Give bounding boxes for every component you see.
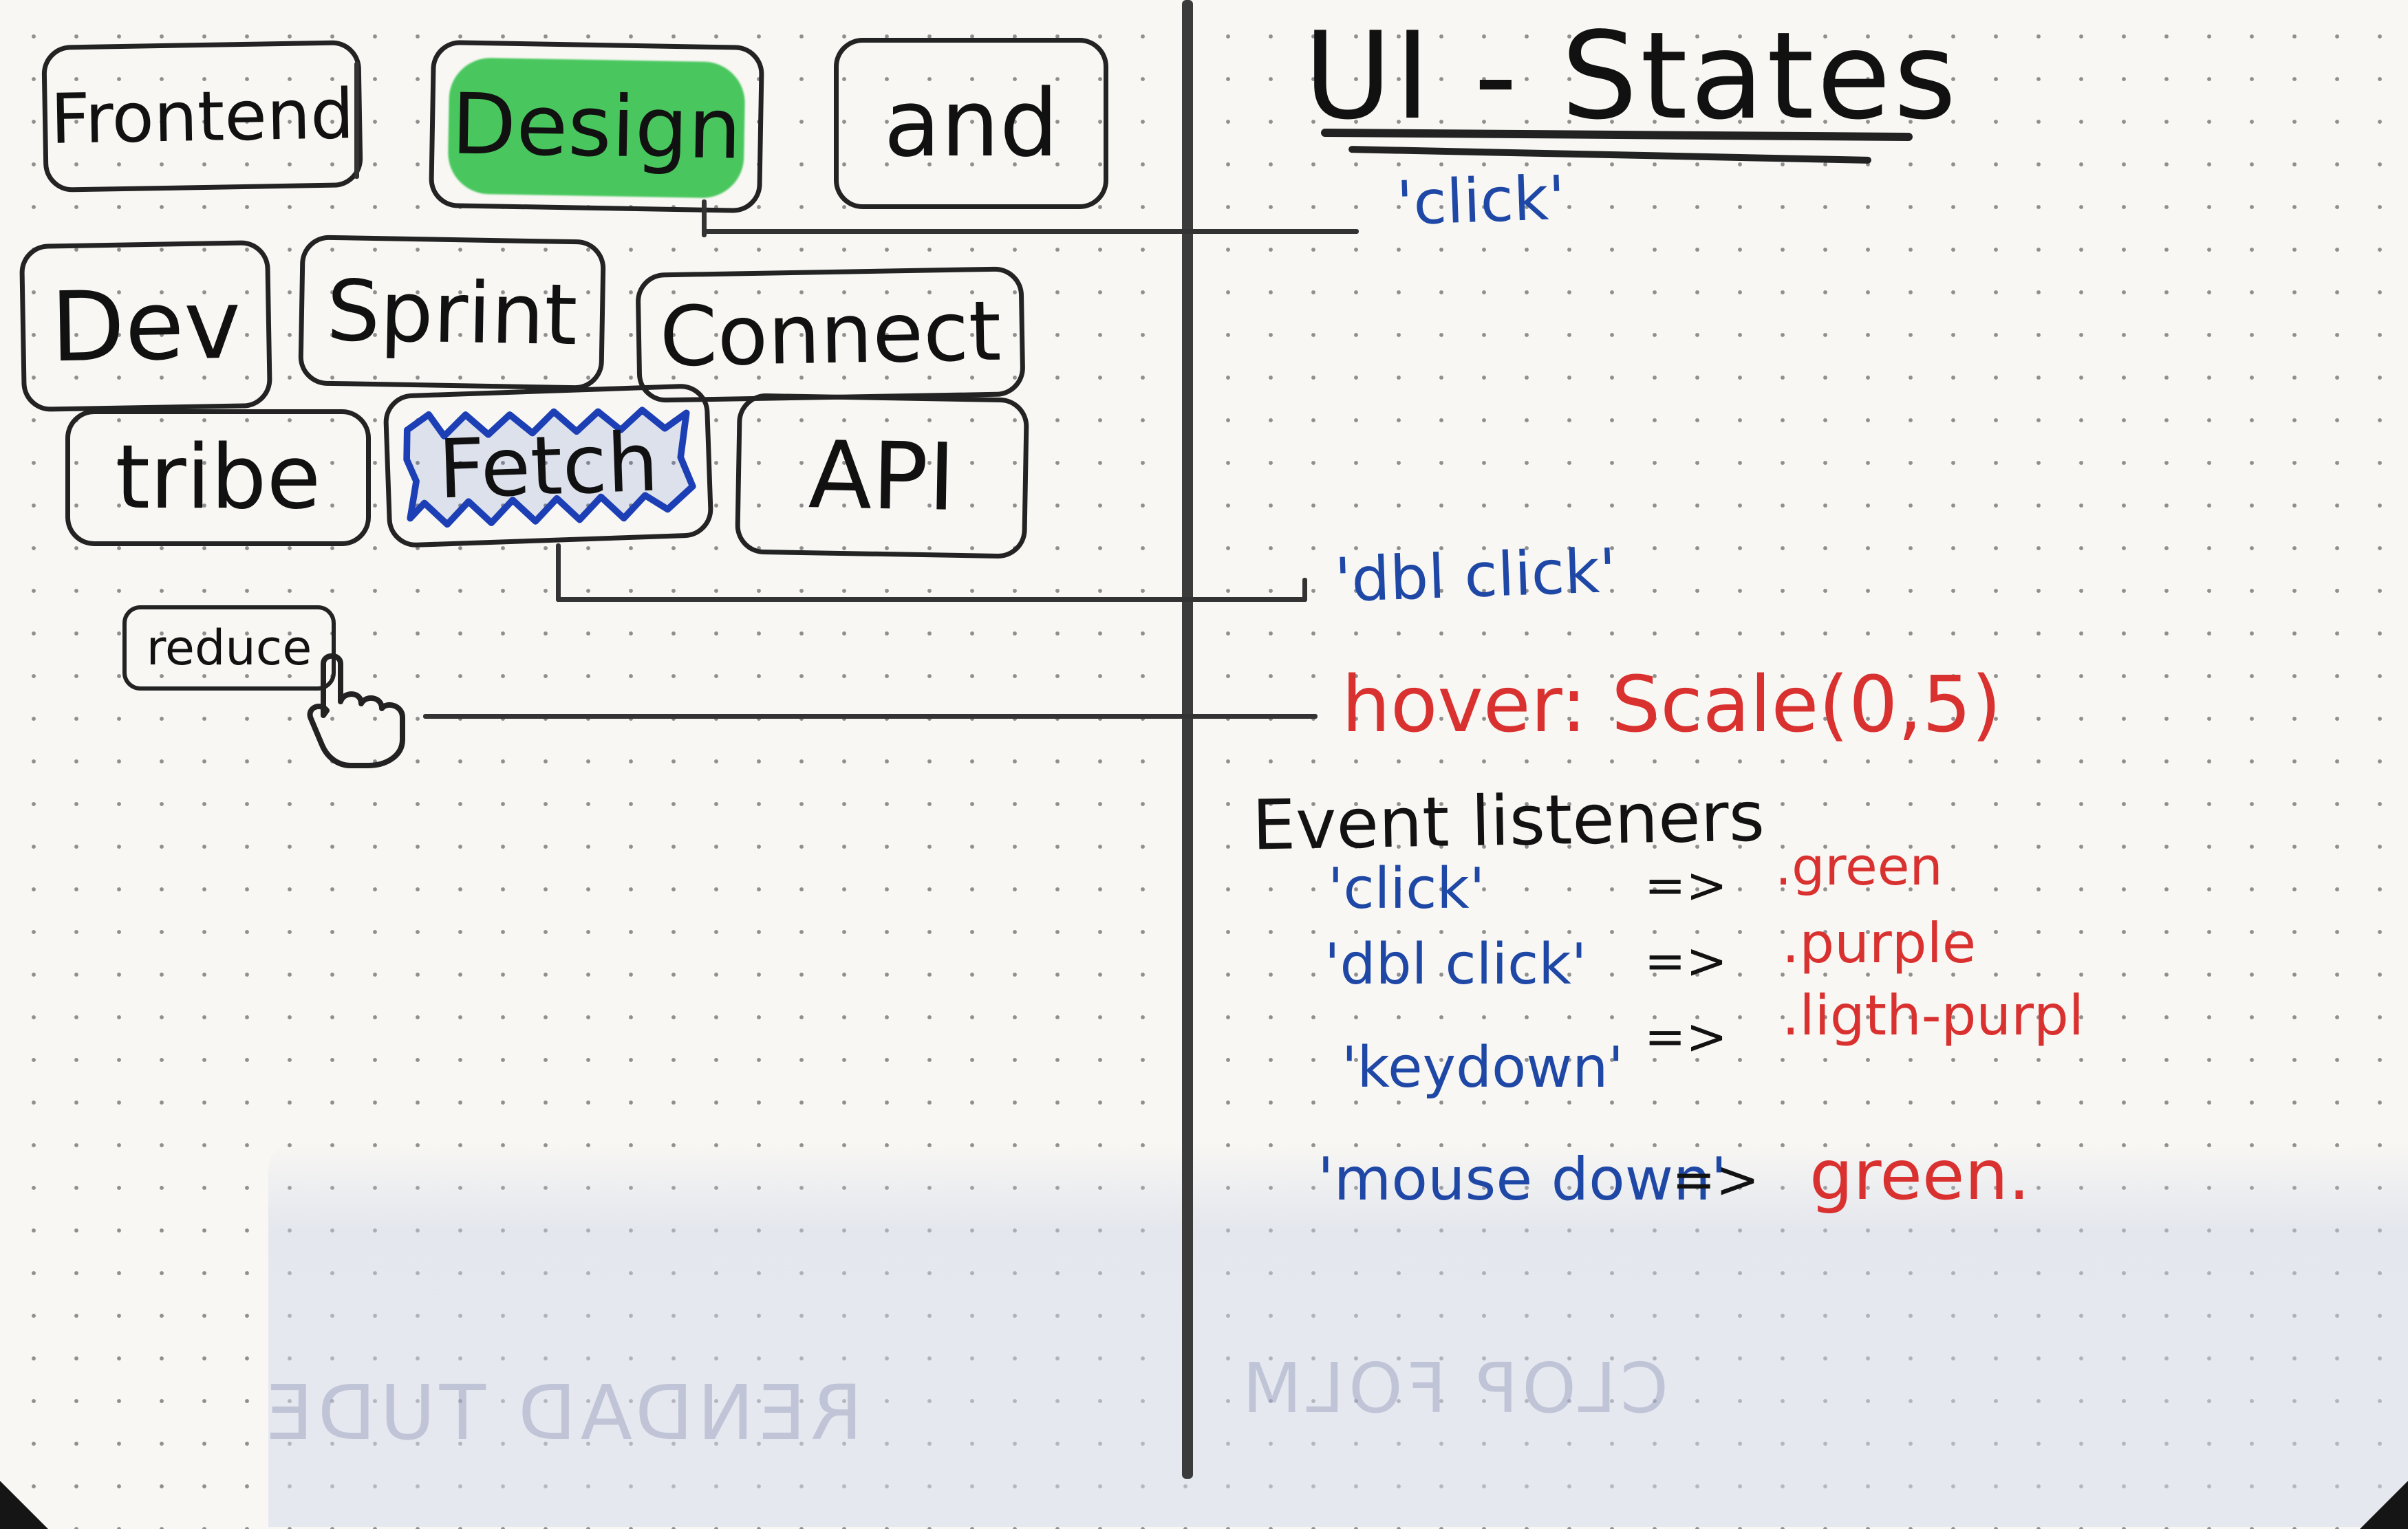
listener-class-3: .ligth-purpl bbox=[1782, 984, 2084, 1048]
fetch-connector-down bbox=[556, 543, 561, 602]
ghost-text-left: RENDAD TUDE bbox=[261, 1369, 863, 1457]
tag-dev: Dev bbox=[19, 239, 273, 413]
listener-class-4: green. bbox=[1809, 1135, 2030, 1215]
tag-fetch: Fetch bbox=[383, 382, 714, 549]
listener-arrow-1: => bbox=[1644, 856, 1728, 914]
tag-design: Design bbox=[428, 39, 765, 214]
tag-connect-label: Connect bbox=[658, 283, 1002, 386]
tag-design-label: Design bbox=[451, 75, 742, 178]
tag-tribe: tribe bbox=[65, 409, 371, 546]
tag-and: and bbox=[834, 38, 1108, 209]
ghost-text-right: CLOP FOLM bbox=[1238, 1348, 1668, 1429]
design-connector-to-click bbox=[702, 229, 1359, 234]
tag-frontend: Frontend bbox=[41, 39, 363, 193]
center-divider-line bbox=[1182, 0, 1193, 1479]
tag-api-label: API bbox=[807, 420, 957, 532]
tag-frontend-label: Frontend bbox=[50, 73, 355, 160]
hand-pointer-icon bbox=[307, 653, 405, 768]
event-listeners-heading: Event listeners bbox=[1251, 776, 1765, 866]
listener-arrow-3: => bbox=[1644, 1008, 1728, 1065]
tag-fetch-label: Fetch bbox=[436, 414, 660, 517]
tag-api: API bbox=[734, 393, 1030, 559]
tag-and-label: and bbox=[883, 69, 1059, 177]
fetch-connector-to-dblclick bbox=[556, 597, 1307, 602]
page-title: UI - States bbox=[1304, 7, 1959, 147]
listener-arrow-2: => bbox=[1644, 932, 1728, 990]
state-click: 'click' bbox=[1395, 162, 1567, 239]
tag-connect: Connect bbox=[635, 266, 1026, 403]
page-corner-left bbox=[0, 1481, 48, 1529]
tag-dev-label: Dev bbox=[50, 268, 242, 384]
listener-event-2: 'dbl click' bbox=[1324, 932, 1587, 997]
listener-event-1: 'click' bbox=[1328, 856, 1485, 922]
listener-event-4: 'mouse down' bbox=[1318, 1145, 1728, 1214]
reduce-connector-to-hover bbox=[423, 714, 1318, 719]
notebook-page: RENDAD TUDE CLOP FOLM Frontend Design an… bbox=[0, 0, 2408, 1529]
listener-event-3: 'keydown' bbox=[1342, 1035, 1624, 1100]
listener-arrow-4: => bbox=[1672, 1149, 1760, 1210]
page-corner-right bbox=[2360, 1481, 2408, 1529]
listener-class-2: .purple bbox=[1782, 911, 1977, 975]
tag-separator bbox=[354, 62, 359, 179]
state-hover: hover: Scale(0,5) bbox=[1342, 660, 2001, 750]
tag-tribe-label: tribe bbox=[115, 426, 321, 529]
tag-sprint-label: Sprint bbox=[325, 261, 579, 364]
tag-sprint: Sprint bbox=[298, 235, 606, 391]
tag-reduce-label: reduce bbox=[146, 620, 312, 676]
listener-class-1: .green bbox=[1775, 836, 1943, 897]
state-dblclick: 'dbl click' bbox=[1333, 534, 1617, 616]
fetch-connector-end bbox=[1302, 578, 1307, 602]
title-underline-second bbox=[1348, 146, 1872, 164]
